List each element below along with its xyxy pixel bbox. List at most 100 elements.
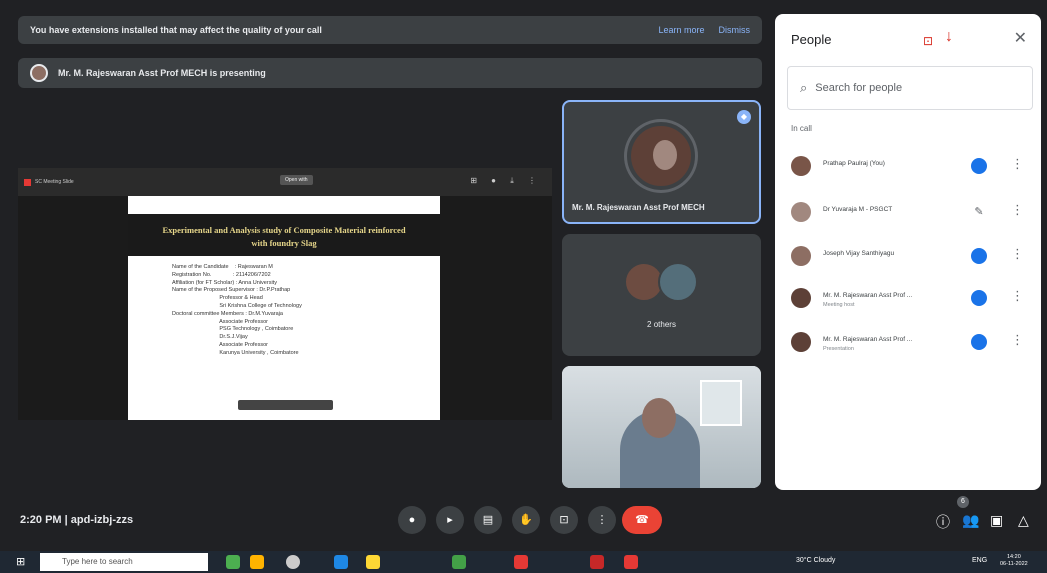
- windows-taskbar: ⊞ Type here to search 30°C Cloudy ENG 14…: [0, 551, 1047, 573]
- more-options-icon[interactable]: ⋮: [1011, 288, 1024, 304]
- slide-title-line1: Experimental and Analysis study of Compo…: [162, 225, 406, 235]
- captions-button[interactable]: ▤: [474, 506, 502, 534]
- more-options-button[interactable]: ⋮: [588, 506, 616, 534]
- participant-name: Joseph Vijay Santhiyagu: [823, 250, 895, 257]
- participant-row[interactable]: Joseph Vijay Santhiyagu ⋮: [775, 238, 1041, 278]
- camera-tile[interactable]: [562, 366, 761, 488]
- chrome-icon[interactable]: [452, 555, 466, 569]
- taskbar-app-icon[interactable]: [514, 555, 528, 569]
- participant-name: Dr Yuvaraja M - PSGCT: [823, 206, 893, 213]
- mic-status-icon: [971, 158, 987, 174]
- taskbar-app-icon[interactable]: [250, 555, 264, 569]
- more-options-icon[interactable]: ⋮: [1011, 156, 1024, 172]
- task-view-icon[interactable]: [286, 555, 300, 569]
- meeting-separator: |: [64, 514, 68, 526]
- meet-screen: You have extensions installed that may a…: [0, 0, 1047, 573]
- meeting-code: apd-izbj-zzs: [70, 514, 134, 526]
- camera-button[interactable]: ▸: [436, 506, 464, 534]
- presenter-tile-name: Mr. M. Rajeswaran Asst Prof MECH: [572, 203, 705, 212]
- avatar: [791, 288, 811, 308]
- taskbar-app-icon[interactable]: [226, 555, 240, 569]
- search-icon: ⌕: [800, 80, 808, 95]
- people-icon[interactable]: 👥: [962, 512, 979, 529]
- more-options-icon[interactable]: ⋮: [1011, 202, 1024, 218]
- mic-status-icon: [971, 334, 987, 350]
- avatar: [791, 156, 811, 176]
- participant-row[interactable]: Mr. M. Rajeswaran Asst Prof ... Presenta…: [775, 324, 1041, 364]
- taskbar-app-icon[interactable]: [624, 555, 638, 569]
- slide-title-line2: with foundry Slag: [251, 238, 317, 248]
- info-icon[interactable]: ⓘ: [936, 512, 950, 532]
- taskbar-clock[interactable]: 14:20 06-11-2022: [1000, 554, 1028, 568]
- people-panel-title: People: [791, 32, 832, 47]
- participant-role: Meeting host: [823, 302, 855, 308]
- others-avatars: [624, 262, 700, 302]
- slide-window-tab: SC Meeting Slide: [35, 179, 74, 185]
- people-search-placeholder: Search for people: [815, 82, 903, 94]
- participant-row[interactable]: Dr Yuvaraja M - PSGCT ✎ ⋮: [775, 194, 1041, 234]
- others-tile[interactable]: 2 others: [562, 234, 761, 356]
- banner-text: You have extensions installed that may a…: [30, 25, 322, 35]
- presentation-view[interactable]: SC Meeting Slide Open with ⊞ ● ⤓ ⋮ Exper…: [18, 168, 552, 420]
- avatar: [791, 202, 811, 222]
- presenter-avatar: [30, 64, 48, 82]
- presenter-tile[interactable]: ◆ Mr. M. Rajeswaran Asst Prof MECH: [562, 100, 761, 224]
- more-options-icon[interactable]: ⋮: [1011, 246, 1024, 262]
- in-call-heading: In call: [791, 124, 812, 133]
- clock-time: 14:20: [1006, 554, 1021, 560]
- speaking-icon: [971, 290, 987, 306]
- people-count-badge: 6: [957, 496, 969, 508]
- host-controls-icon[interactable]: ⊡: [923, 34, 933, 48]
- edge-icon[interactable]: [334, 555, 348, 569]
- hang-up-button[interactable]: ☎: [622, 506, 662, 534]
- avatar: [791, 246, 811, 266]
- open-with-button[interactable]: Open with: [280, 175, 313, 185]
- speaking-indicator-icon: ◆: [737, 110, 751, 124]
- more-options-icon[interactable]: ⋮: [1011, 332, 1024, 348]
- slide-body: Name of the Candidate : Rajeswaran M Reg…: [172, 264, 302, 356]
- taskbar-search-placeholder: Type here to search: [62, 557, 133, 566]
- activities-icon[interactable]: △: [1018, 512, 1029, 529]
- extensions-banner: You have extensions installed that may a…: [18, 16, 762, 44]
- file-explorer-icon[interactable]: [366, 555, 380, 569]
- others-label: 2 others: [647, 320, 676, 329]
- weather-text[interactable]: 30°C Cloudy: [796, 557, 835, 564]
- raise-hand-button[interactable]: ✋: [512, 506, 540, 534]
- people-search-input[interactable]: ⌕ Search for people: [787, 66, 1033, 110]
- room-window: [700, 380, 742, 426]
- mic-button[interactable]: ●: [398, 506, 426, 534]
- close-icon[interactable]: ✕: [1014, 28, 1027, 48]
- avatar: [791, 332, 811, 352]
- presenting-bar: Mr. M. Rajeswaran Asst Prof MECH is pres…: [18, 58, 762, 88]
- taskbar-app-icon[interactable]: [590, 555, 604, 569]
- participant-video: [620, 398, 700, 488]
- window-controls-icon: ⊞ ● ⤓ ⋮: [470, 176, 542, 185]
- participant-name: Prathap Paulraj (You): [823, 160, 885, 167]
- meeting-time: 2:20 PM: [20, 514, 62, 526]
- participant-row[interactable]: Mr. M. Rajeswaran Asst Prof ... Meeting …: [775, 280, 1041, 320]
- slide-title: Experimental and Analysis study of Compo…: [128, 214, 440, 256]
- participant-row[interactable]: Prathap Paulraj (You) ⋮: [775, 148, 1041, 188]
- meeting-info: 2:20 PM | apd-izbj-zzs: [20, 514, 133, 526]
- windows-start-icon[interactable]: ⊞: [16, 556, 28, 568]
- mic-status-icon: [971, 248, 987, 264]
- people-panel: People ⊡ ↓ ✕ ⌕ Search for people In call…: [775, 14, 1041, 490]
- slide-page-controls[interactable]: [238, 400, 333, 410]
- presenting-text: Mr. M. Rajeswaran Asst Prof MECH is pres…: [58, 68, 266, 78]
- dismiss-link[interactable]: Dismiss: [719, 25, 751, 35]
- language-indicator[interactable]: ENG: [972, 557, 987, 564]
- chat-icon[interactable]: ▣: [990, 512, 1003, 529]
- participant-role: Presentation: [823, 346, 854, 352]
- present-button[interactable]: ⊡: [550, 506, 578, 534]
- learn-more-link[interactable]: Learn more: [658, 25, 704, 35]
- slide-page: Experimental and Analysis study of Compo…: [128, 196, 440, 420]
- participant-name: Mr. M. Rajeswaran Asst Prof ...: [823, 336, 913, 343]
- participant-name: Mr. M. Rajeswaran Asst Prof ...: [823, 292, 913, 299]
- lower-hand-icon[interactable]: ↓: [945, 28, 953, 46]
- meeting-controls-bar: 2:20 PM | apd-izbj-zzs ● ▸ ▤ ✋ ⊡ ⋮ ☎ ⓘ 6…: [0, 496, 1047, 540]
- camera-feed: [562, 366, 761, 488]
- mic-off-icon: ✎: [974, 206, 984, 218]
- taskbar-search-input[interactable]: Type here to search: [40, 553, 208, 571]
- slide-window-bar: SC Meeting Slide Open with ⊞ ● ⤓ ⋮: [18, 168, 552, 196]
- avatar: [658, 262, 698, 302]
